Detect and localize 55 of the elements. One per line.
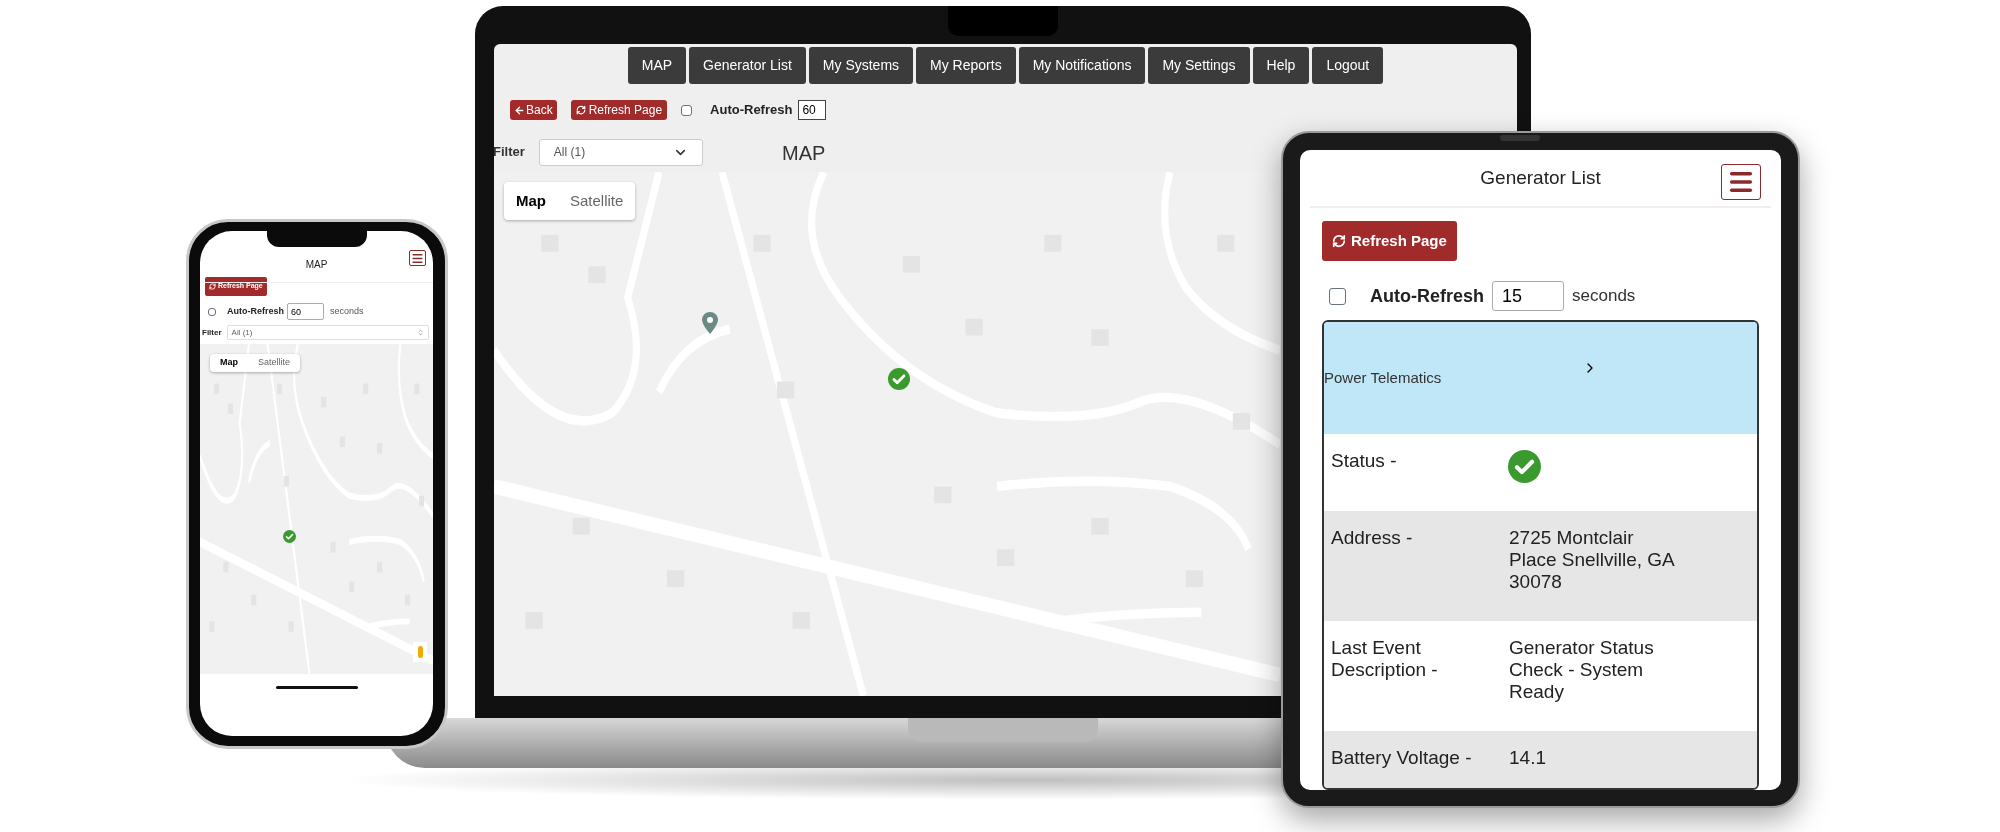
menu-button[interactable]: [1721, 164, 1761, 200]
filter-dropdown[interactable]: All (1): [538, 138, 703, 166]
nav-tab[interactable]: My Settings: [1148, 47, 1250, 84]
nav-tab[interactable]: Logout: [1312, 47, 1384, 84]
checkbox[interactable]: [208, 307, 216, 316]
auto-refresh-label: Auto-Refresh: [227, 304, 284, 318]
seconds-input[interactable]: 60: [798, 100, 827, 120]
map-type-tab[interactable]: Satellite: [558, 182, 636, 220]
nav-tab[interactable]: Generator List: [689, 47, 806, 84]
status-marker-icon: [283, 530, 296, 543]
refresh-button[interactable]: Refresh Page: [570, 100, 668, 120]
nav-tab[interactable]: Help: [1252, 47, 1310, 84]
field-label: Status -: [1331, 450, 1398, 473]
chevron-updown-icon: [417, 329, 424, 336]
refresh-button[interactable]: Refresh Page: [1322, 221, 1457, 261]
map-pin-icon: [702, 312, 718, 334]
field-value: Generator Status Check - System Ready: [1509, 637, 1655, 704]
seconds-label: seconds: [1572, 285, 1636, 308]
refresh-icon: [209, 283, 216, 290]
auto-refresh-label: Auto-Refresh: [710, 101, 793, 120]
auto-refresh-label: Auto-Refresh: [1370, 284, 1484, 308]
back-arrow-icon: [514, 104, 525, 116]
page-title: MAP: [782, 141, 826, 166]
nav-tab[interactable]: My Systems: [808, 47, 914, 84]
refresh-icon: [575, 105, 586, 115]
checkbox[interactable]: [681, 104, 693, 116]
menu-icon: [411, 251, 424, 265]
status-marker-icon: [888, 368, 910, 390]
back-button[interactable]: Back: [510, 100, 557, 120]
nav-tab[interactable]: My Notifications: [1018, 47, 1146, 84]
page-title: MAP: [305, 258, 328, 272]
checkbox[interactable]: [1329, 287, 1346, 305]
field-label: Last Event Description -: [1331, 637, 1439, 682]
nav-tab[interactable]: My Reports: [916, 47, 1016, 84]
refresh-icon: [1332, 234, 1346, 248]
filter-label: Filter: [202, 326, 222, 339]
generator-name: Power Telematics: [1324, 367, 1442, 388]
map-type-tab[interactable]: Map: [210, 354, 248, 372]
seconds-input[interactable]: 60: [287, 303, 324, 320]
tablet-camera: [1500, 135, 1540, 141]
generator-header-row[interactable]: Power Telematics: [1324, 322, 1757, 434]
menu-button[interactable]: [409, 250, 426, 266]
seconds-input[interactable]: 15: [1492, 281, 1564, 311]
page-title: Generator List: [1480, 165, 1601, 190]
map-type-tab[interactable]: Map: [504, 182, 558, 220]
field-value: 14.1: [1509, 747, 1547, 770]
filter-label: Filter: [494, 143, 525, 162]
field-value: 2725 Montclair Place Snellville, GA 30078: [1509, 527, 1676, 594]
status-check-icon: [1508, 450, 1541, 483]
field-label: Battery Voltage -: [1331, 747, 1473, 770]
seconds-label: seconds: [330, 304, 364, 318]
nav-tab[interactable]: MAP: [627, 47, 687, 84]
field-label: Address -: [1331, 527, 1414, 550]
map-type-tab[interactable]: Satellite: [248, 354, 301, 372]
filter-dropdown[interactable]: All (1): [226, 325, 429, 340]
